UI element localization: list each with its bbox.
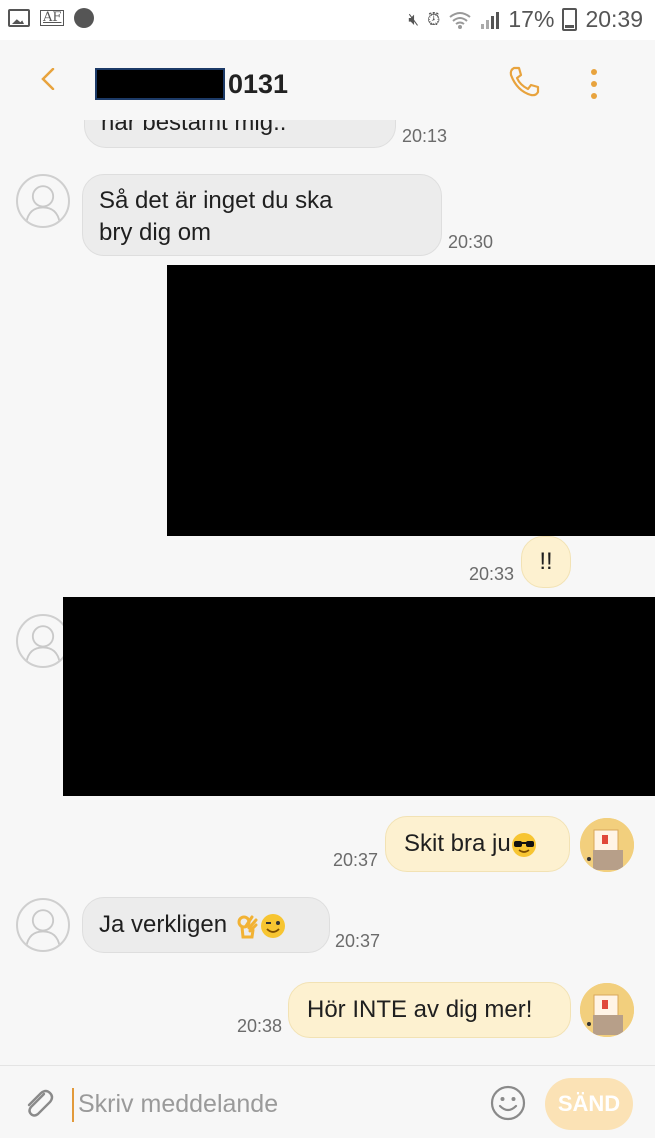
message-text-line: Så det är inget du ska [99,187,333,214]
send-button[interactable]: SÄND [545,1078,633,1130]
message-text: har bestämt mig.. [101,120,287,136]
message-bubble-outgoing[interactable]: Skit bra ju [385,816,570,872]
wifi-icon [449,11,472,29]
message-bubble-incoming[interactable]: har bestämt mig.. [84,120,396,148]
message-list[interactable]: har bestämt mig.. 20:13 Så det är inget … [0,120,655,1060]
message-time: 20:37 [333,850,379,870]
phone-icon[interactable] [506,64,542,100]
smiley-icon[interactable] [489,1084,527,1122]
message-text-line: bry dig om [99,219,212,246]
message-text: Skit bra ju [404,830,511,857]
message-time: 20:13 [402,126,448,146]
attach-icon[interactable] [22,1086,56,1120]
contact-name[interactable]: 0131 [228,69,288,100]
more-icon[interactable] [583,66,605,102]
picture-icon [8,9,30,27]
text-cursor [72,1088,74,1122]
my-avatar[interactable] [580,983,634,1037]
contact-avatar[interactable] [16,614,70,668]
person-icon [25,185,61,223]
af-icon: AF [40,10,65,26]
message-time: 20:30 [448,232,494,252]
message-text: Hör INTE av dig mer! [307,996,533,1023]
status-bar: AF 🔇︎ ⏰︎ 17% 20:39 [0,0,655,40]
message-time: 20:33 [469,564,515,584]
message-bubble-outgoing[interactable]: Hör INTE av dig mer! [288,982,571,1038]
message-input[interactable] [78,1086,458,1122]
message-text: Ja verkligen [99,911,228,938]
message-bubble-outgoing[interactable]: !! [521,536,571,588]
wink-emoji [260,913,285,938]
message-text: !! [539,548,553,575]
message-time: 20:37 [335,931,381,951]
signal-icon [481,11,500,29]
redacted-message [63,597,655,796]
my-avatar-image [580,983,634,1037]
my-avatar[interactable] [580,818,634,872]
message-bubble-incoming[interactable]: Så det är inget du ska bry dig om [82,174,442,256]
battery-level: 17% [508,6,555,32]
back-icon[interactable] [38,68,60,90]
contact-avatar[interactable] [16,898,70,952]
whatsapp-icon [74,8,95,28]
sunglasses-emoji [511,832,536,857]
my-avatar-image [580,818,634,872]
compose-bar: SÄND [0,1065,655,1138]
redacted-message [167,265,655,536]
contact-name-redacted [95,68,225,100]
message-bubble-incoming[interactable]: Ja verkligen [82,897,330,953]
contact-avatar[interactable] [16,174,70,228]
battery-icon [562,8,578,31]
alarm-icon: ⏰︎ [427,9,441,29]
clock: 20:39 [585,6,643,32]
ok-hand-emoji [237,915,258,939]
person-icon [25,625,61,663]
mute-icon: 🔇︎ [408,9,420,29]
person-icon [25,909,61,947]
message-time: 20:38 [237,1016,283,1036]
conversation-header: 0131 [0,40,655,128]
